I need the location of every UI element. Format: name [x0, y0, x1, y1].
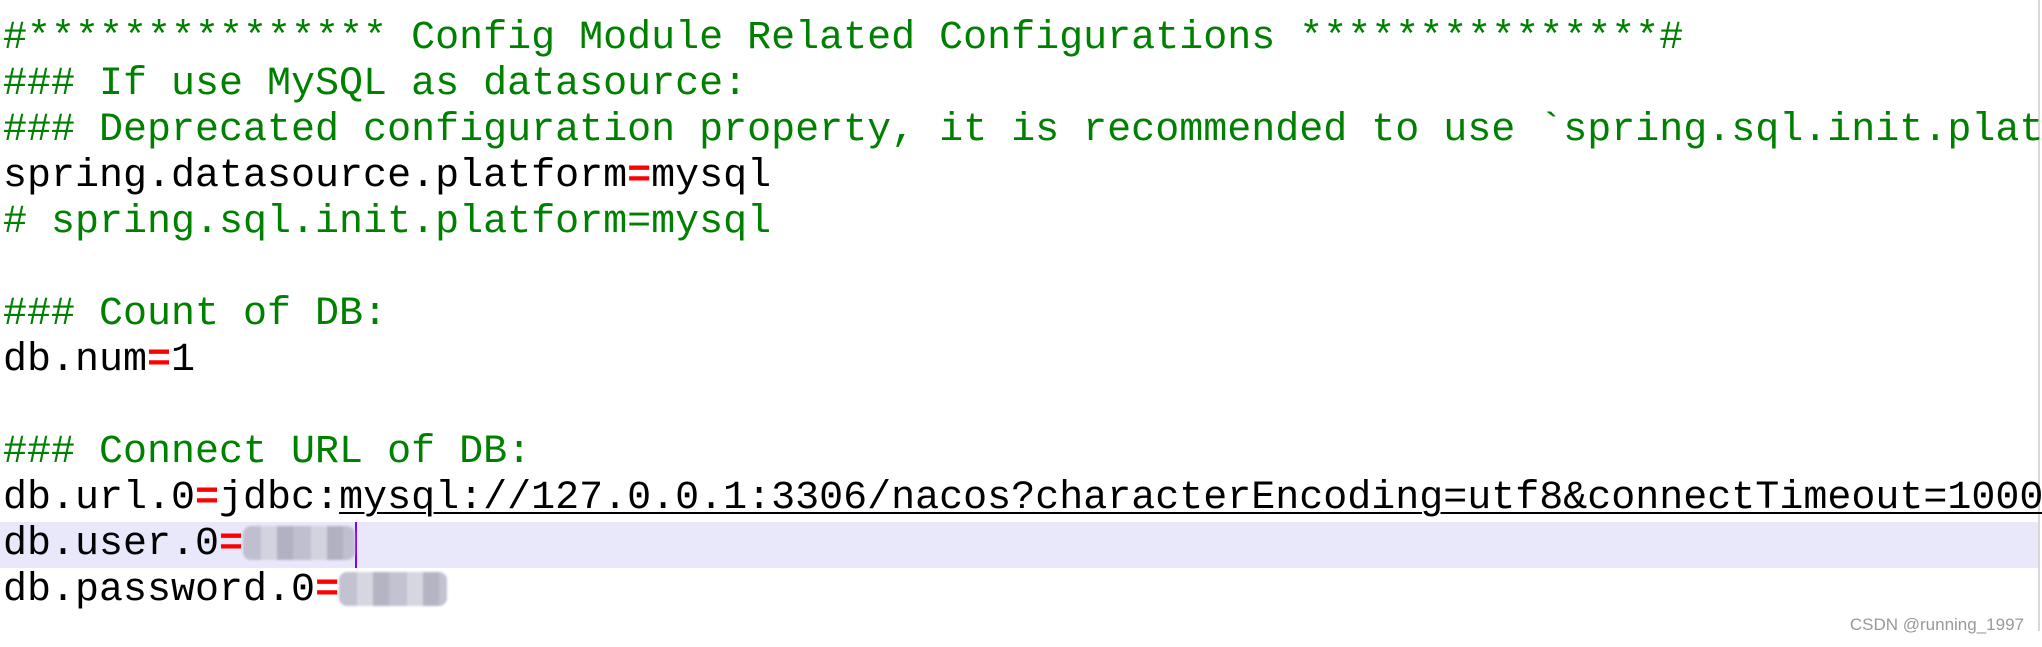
property-line[interactable]: db.num=1 — [3, 338, 2038, 384]
blank-line[interactable] — [3, 246, 2038, 292]
comment-text: ### Deprecated configuration property, i… — [3, 108, 2042, 153]
property-value-prefix: jdbc: — [219, 476, 340, 521]
property-value: mysql — [651, 154, 772, 199]
property-value: 1 — [171, 338, 196, 383]
property-key: db.user.0 — [3, 522, 220, 567]
masked-value — [339, 572, 448, 607]
equals-operator: = — [195, 476, 220, 521]
editor-lines: #*************** Config Module Related C… — [0, 16, 2042, 614]
masked-value — [243, 526, 356, 561]
comment-line[interactable]: ### Count of DB: — [3, 292, 2038, 338]
comment-line[interactable]: # spring.sql.init.platform=mysql — [3, 200, 2038, 246]
comment-line[interactable]: ### Connect URL of DB: — [3, 430, 2038, 476]
code-editor[interactable]: #*************** Config Module Related C… — [0, 0, 2042, 631]
property-key: spring.datasource.platform — [3, 154, 628, 199]
property-line[interactable]: db.user.0= — [0, 522, 2038, 568]
property-line[interactable]: spring.datasource.platform=mysql — [3, 154, 2038, 200]
property-line[interactable]: db.url.0=jdbc:mysql://127.0.0.1:3306/nac… — [3, 476, 2042, 522]
comment-text: ### Connect URL of DB: — [3, 430, 532, 475]
property-value-link[interactable]: mysql://127.0.0.1:3306/nacos?characterEn… — [339, 476, 2042, 521]
watermark: CSDN @running_1997 — [1849, 615, 2024, 634]
blank-line[interactable] — [3, 384, 2038, 430]
equals-operator: = — [315, 568, 340, 613]
text-caret — [355, 522, 358, 568]
comment-line[interactable]: ### If use MySQL as datasource: — [3, 62, 2038, 108]
comment-line[interactable]: ### Deprecated configuration property, i… — [3, 108, 2042, 154]
comment-text: #*************** Config Module Related C… — [3, 16, 1684, 61]
equals-operator: = — [627, 154, 652, 199]
comment-line[interactable]: #*************** Config Module Related C… — [3, 16, 2038, 62]
comment-text: ### If use MySQL as datasource: — [3, 62, 748, 107]
equals-operator: = — [147, 338, 172, 383]
comment-text: ### Count of DB: — [3, 292, 388, 337]
property-key: db.password.0 — [3, 568, 316, 613]
equals-operator: = — [219, 522, 244, 567]
comment-text: # spring.sql.init.platform=mysql — [3, 200, 772, 245]
property-line[interactable]: db.password.0= — [3, 568, 2038, 614]
property-key: db.url.0 — [3, 476, 196, 521]
property-key: db.num — [3, 338, 148, 383]
